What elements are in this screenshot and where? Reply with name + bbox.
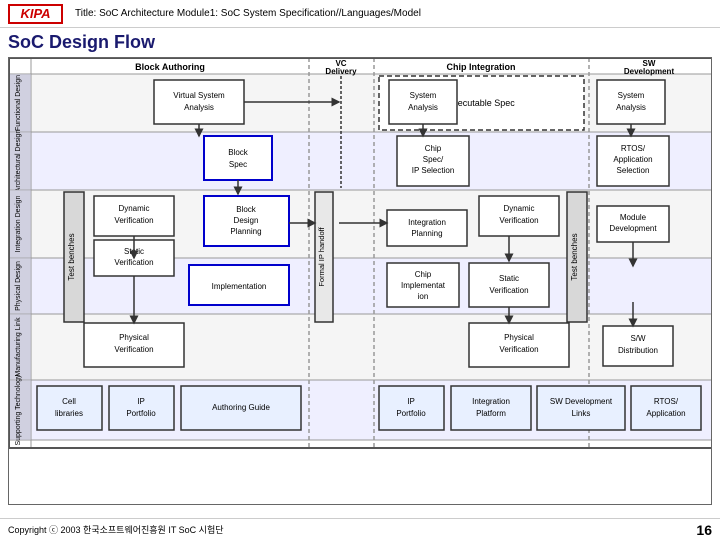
svg-text:Verification: Verification — [114, 345, 153, 354]
svg-text:Chip Integration: Chip Integration — [447, 62, 516, 72]
svg-text:S/W: S/W — [630, 334, 646, 343]
header-title: Title: SoC Architecture Module1: SoC Sys… — [75, 8, 421, 19]
svg-text:Verification: Verification — [489, 286, 528, 295]
svg-text:Design: Design — [234, 216, 259, 225]
svg-text:Dynamic: Dynamic — [503, 204, 534, 213]
header: KIPA Title: SoC Architecture Module1: So… — [0, 0, 720, 28]
svg-text:Integration Design: Integration Design — [15, 195, 22, 252]
svg-text:ion: ion — [418, 292, 429, 301]
svg-text:Formal IP handoff: Formal IP handoff — [317, 226, 326, 286]
svg-text:Links: Links — [572, 409, 591, 418]
svg-text:Analysis: Analysis — [184, 103, 214, 112]
svg-text:Development: Development — [624, 67, 675, 76]
svg-text:System: System — [410, 91, 437, 100]
svg-text:Test benches: Test benches — [570, 233, 579, 280]
svg-text:Test benches: Test benches — [67, 233, 76, 280]
svg-text:Authoring Guide: Authoring Guide — [212, 403, 270, 412]
svg-text:Implementation: Implementation — [212, 282, 267, 291]
main-content: SoC Design Flow — [0, 28, 720, 509]
svg-text:Integration: Integration — [408, 218, 446, 227]
svg-text:Spec/: Spec/ — [423, 155, 444, 164]
svg-text:Virtual System: Virtual System — [173, 91, 225, 100]
svg-text:RTOS/: RTOS/ — [654, 397, 679, 406]
svg-text:Dynamic: Dynamic — [118, 204, 149, 213]
svg-text:libraries: libraries — [55, 409, 83, 418]
svg-text:Chip: Chip — [425, 144, 442, 153]
svg-text:Analysis: Analysis — [616, 103, 646, 112]
svg-text:Block: Block — [236, 205, 257, 214]
svg-text:Planning: Planning — [411, 229, 442, 238]
svg-text:Physical: Physical — [504, 333, 534, 342]
kipa-logo: KIPA — [8, 4, 63, 24]
page-number: 16 — [696, 522, 712, 538]
svg-text:Supporting Technology: Supporting Technology — [15, 374, 22, 446]
svg-text:Physical Design: Physical Design — [15, 261, 22, 311]
svg-text:Verification: Verification — [499, 345, 538, 354]
svg-text:SW Development: SW Development — [550, 397, 613, 406]
svg-text:Application: Application — [613, 155, 652, 164]
svg-text:IP: IP — [407, 397, 415, 406]
svg-text:Block: Block — [228, 148, 249, 157]
svg-text:Physical: Physical — [119, 333, 149, 342]
svg-text:Verification: Verification — [499, 216, 538, 225]
svg-text:Architectural Design: Architectural Design — [15, 130, 22, 193]
diagram-svg: Block Authoring VC Delivery Chip Integra… — [8, 57, 712, 505]
svg-text:Spec: Spec — [229, 160, 247, 169]
svg-text:IP: IP — [137, 397, 145, 406]
svg-text:Manufacturing Link: Manufacturing Link — [15, 317, 22, 377]
svg-text:Integration: Integration — [472, 397, 510, 406]
svg-text:Selection: Selection — [617, 166, 650, 175]
svg-text:Implementat: Implementat — [401, 281, 446, 290]
svg-text:Application: Application — [646, 409, 685, 418]
svg-text:Distribution: Distribution — [618, 346, 658, 355]
footer: Copyright ⓒ 2003 한국소프트웨어진흥원 IT SoC 시험단 1… — [0, 518, 720, 540]
svg-text:Verification: Verification — [114, 258, 153, 267]
svg-text:Block Authoring: Block Authoring — [135, 62, 205, 72]
svg-text:Delivery: Delivery — [325, 67, 357, 76]
svg-text:IP Selection: IP Selection — [412, 166, 455, 175]
svg-text:Portfolio: Portfolio — [126, 409, 156, 418]
page: KIPA Title: SoC Architecture Module1: So… — [0, 0, 720, 540]
svg-text:RTOS/: RTOS/ — [621, 144, 646, 153]
svg-text:Module: Module — [620, 213, 647, 222]
svg-text:Planning: Planning — [230, 227, 261, 236]
svg-text:Cell: Cell — [62, 397, 76, 406]
svg-text:Static: Static — [499, 274, 519, 283]
svg-text:Platform: Platform — [476, 409, 506, 418]
svg-text:Verification: Verification — [114, 216, 153, 225]
svg-text:Analysis: Analysis — [408, 103, 438, 112]
svg-text:Chip: Chip — [415, 270, 432, 279]
svg-text:System: System — [618, 91, 645, 100]
copyright: Copyright ⓒ 2003 한국소프트웨어진흥원 IT SoC 시험단 — [8, 523, 224, 536]
svg-text:Functional Design: Functional Design — [15, 75, 22, 131]
svg-text:Portfolio: Portfolio — [396, 409, 426, 418]
svg-text:Development: Development — [609, 224, 657, 233]
page-title: SoC Design Flow — [8, 32, 712, 53]
